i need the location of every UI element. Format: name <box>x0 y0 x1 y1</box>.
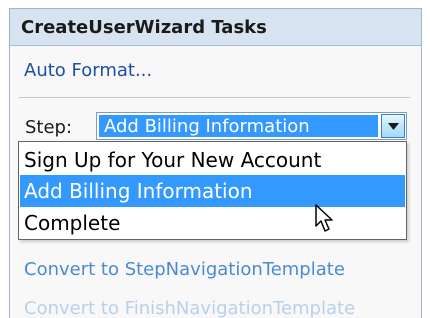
dropdown-toggle-button[interactable] <box>381 114 405 138</box>
convert-finish-navigation-link[interactable]: Convert to FinishNavigationTemplate <box>24 298 355 318</box>
auto-format-link[interactable]: Auto Format... <box>24 60 152 81</box>
step-option-sign-up[interactable]: Sign Up for Your New Account <box>20 144 405 176</box>
step-dropdown-value: Add Billing Information <box>99 115 378 137</box>
step-option-complete[interactable]: Complete <box>20 207 405 239</box>
panel-header: CreateUserWizard Tasks <box>10 9 421 46</box>
convert-step-navigation-link[interactable]: Convert to StepNavigationTemplate <box>24 259 345 280</box>
section-divider <box>19 97 410 98</box>
step-option-add-billing[interactable]: Add Billing Information <box>20 175 405 207</box>
panel-title: CreateUserWizard Tasks <box>21 16 267 38</box>
step-label: Step: <box>25 117 73 138</box>
step-dropdown-list: Sign Up for Your New Account Add Billing… <box>18 141 407 240</box>
screenshot-stage: CreateUserWizard Tasks Auto Format... St… <box>0 0 430 318</box>
mouse-pointer-icon <box>315 204 333 232</box>
smart-tag-panel: CreateUserWizard Tasks Auto Format... St… <box>9 8 422 318</box>
chevron-down-icon <box>387 122 399 130</box>
step-dropdown[interactable]: Add Billing Information <box>96 112 407 140</box>
